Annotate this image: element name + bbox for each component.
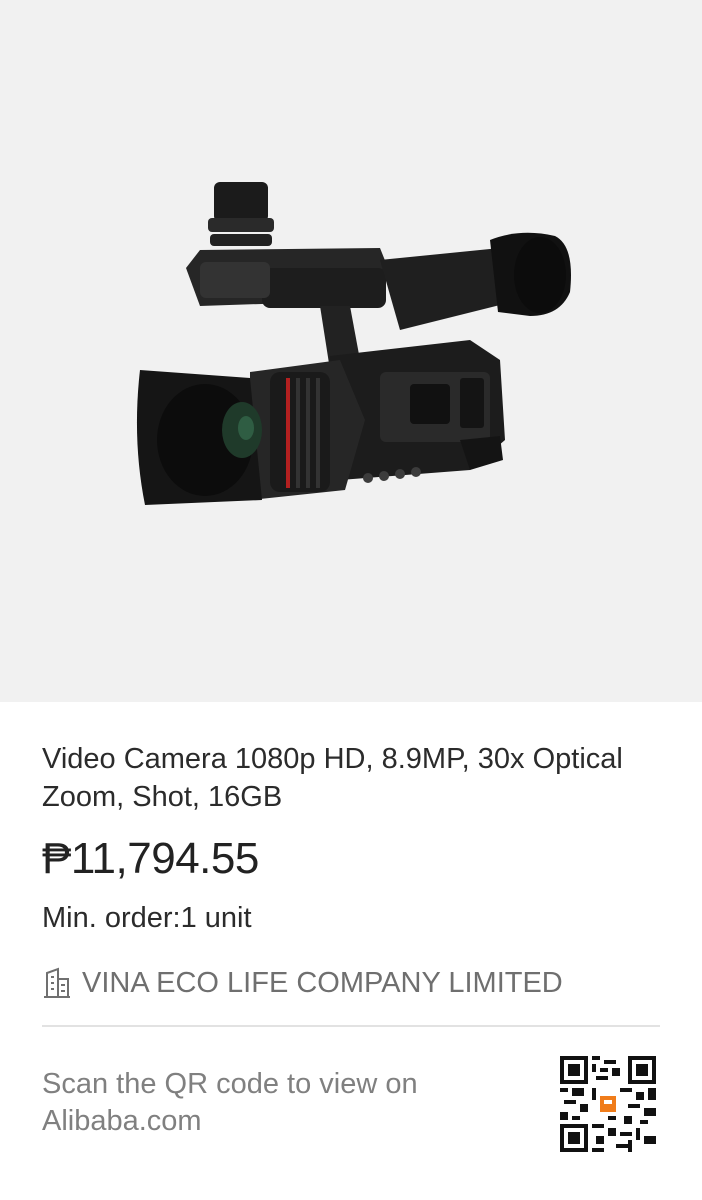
camera-illustration xyxy=(136,182,571,505)
supplier-row[interactable]: VINA ECO LIFE COMPANY LIMITED xyxy=(42,964,563,1002)
product-title[interactable]: Video Camera 1080p HD, 8.9MP, 30x Optica… xyxy=(42,740,662,816)
product-image[interactable] xyxy=(0,0,702,702)
scan-instructions: Scan the QR code to view on Alibaba.com xyxy=(42,1068,418,1137)
min-order: Min. order:1 unit xyxy=(42,902,252,934)
divider xyxy=(42,1025,660,1027)
qr-code-icon xyxy=(560,1056,656,1152)
building-icon xyxy=(42,967,72,999)
qr-code[interactable] xyxy=(560,1056,656,1152)
supplier-name: VINA ECO LIFE COMPANY LIMITED xyxy=(82,966,563,999)
product-price: ₱11,794.55 xyxy=(42,834,259,883)
